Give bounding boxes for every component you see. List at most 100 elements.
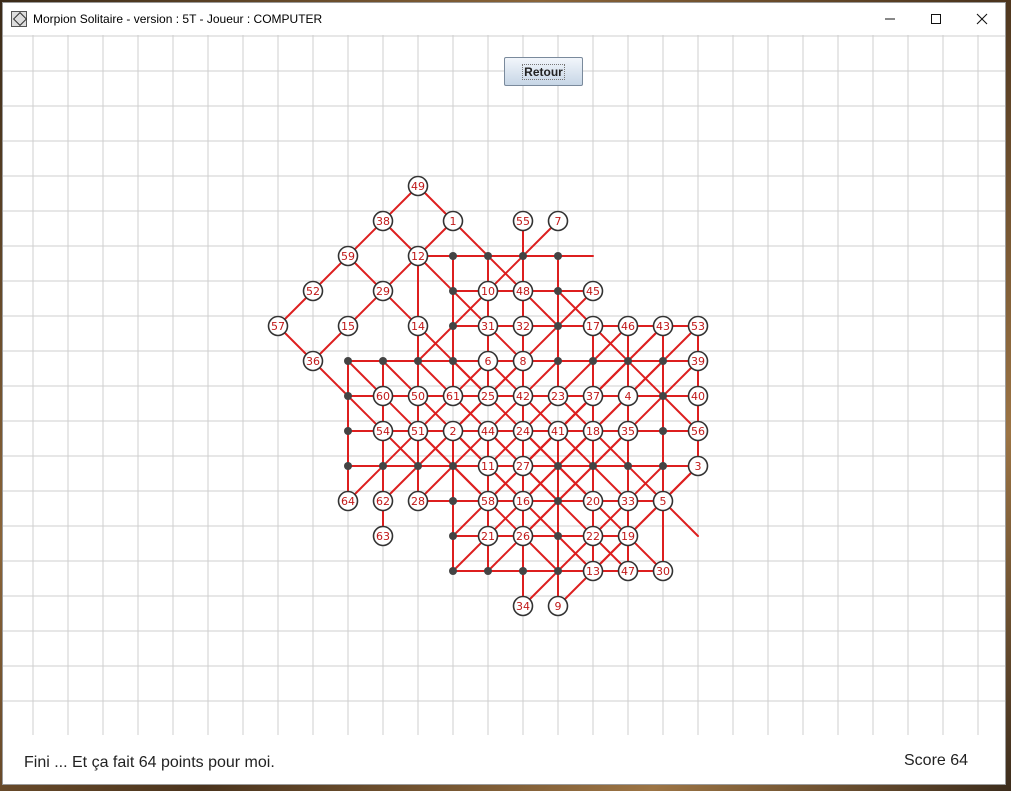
move-number: 43 — [656, 320, 670, 333]
move-number: 14 — [411, 320, 425, 333]
move-number: 53 — [691, 320, 705, 333]
move-number: 44 — [481, 425, 495, 438]
close-button[interactable] — [959, 3, 1005, 35]
board-dot — [554, 322, 562, 330]
board-dot — [659, 427, 667, 435]
board-dot — [449, 322, 457, 330]
move-number: 5 — [660, 495, 667, 508]
move-number: 24 — [516, 425, 530, 438]
move-number: 63 — [376, 530, 390, 543]
move-number: 33 — [621, 495, 635, 508]
move-number: 41 — [551, 425, 565, 438]
move-number: 28 — [411, 495, 425, 508]
move-number: 64 — [341, 495, 355, 508]
move-number: 6 — [485, 355, 492, 368]
move-number: 21 — [481, 530, 495, 543]
move-number: 61 — [446, 390, 460, 403]
move-number: 37 — [586, 390, 600, 403]
board-dot — [554, 497, 562, 505]
retour-button[interactable]: Retour — [504, 57, 583, 86]
move-number: 38 — [376, 215, 390, 228]
board-dot — [589, 462, 597, 470]
board-dot — [519, 567, 527, 575]
board-dot — [379, 462, 387, 470]
move-number: 7 — [555, 215, 562, 228]
board-dot — [519, 252, 527, 260]
move-number: 20 — [586, 495, 600, 508]
move-number: 54 — [376, 425, 390, 438]
move-number: 40 — [691, 390, 705, 403]
move-number: 1 — [450, 215, 457, 228]
move-number: 27 — [516, 460, 530, 473]
move-number: 39 — [691, 355, 705, 368]
move-number: 42 — [516, 390, 530, 403]
board-dot — [624, 357, 632, 365]
board-dot — [624, 462, 632, 470]
move-number: 9 — [555, 600, 562, 613]
move-number: 47 — [621, 565, 635, 578]
move-number: 23 — [551, 390, 565, 403]
move-number: 8 — [520, 355, 527, 368]
move-number: 48 — [516, 285, 530, 298]
board-dot — [414, 357, 422, 365]
move-number: 31 — [481, 320, 495, 333]
board-dot — [449, 252, 457, 260]
move-number: 45 — [586, 285, 600, 298]
move-number: 34 — [516, 600, 530, 613]
board-dot — [449, 532, 457, 540]
move-number: 32 — [516, 320, 530, 333]
board-dot — [449, 497, 457, 505]
move-number: 62 — [376, 495, 390, 508]
board-dot — [344, 357, 352, 365]
move-number: 26 — [516, 530, 530, 543]
board-dot — [449, 357, 457, 365]
maximize-button[interactable] — [913, 3, 959, 35]
move-number: 51 — [411, 425, 425, 438]
board-dot — [484, 567, 492, 575]
board-dot — [554, 252, 562, 260]
board-dot — [554, 357, 562, 365]
move-number: 46 — [621, 320, 635, 333]
move-number: 55 — [516, 215, 530, 228]
board-dot — [589, 357, 597, 365]
move-number: 60 — [376, 390, 390, 403]
move-number: 29 — [376, 285, 390, 298]
move-number: 56 — [691, 425, 705, 438]
move-number: 3 — [695, 460, 702, 473]
board-dot — [344, 462, 352, 470]
board-dot — [554, 532, 562, 540]
move-number: 57 — [271, 320, 285, 333]
board-dot — [659, 462, 667, 470]
title-bar[interactable]: Morpion Solitaire - version : 5T - Joueu… — [3, 3, 1005, 35]
move-number: 13 — [586, 565, 600, 578]
move-number: 59 — [341, 250, 355, 263]
app-icon — [11, 11, 27, 27]
move-number: 22 — [586, 530, 600, 543]
move-number: 2 — [450, 425, 457, 438]
move-number: 18 — [586, 425, 600, 438]
game-board[interactable]: 49 38 1 55 7 59 12 52 29 10 48 45 57 15 14 31 32 17 46 43 53… — [3, 35, 1005, 735]
score-display: Score 64 — [904, 752, 969, 769]
move-number: 19 — [621, 530, 635, 543]
retour-label: Retour — [522, 63, 565, 80]
board-canvas[interactable]: 4938 1 55 759 1252 29 10 48 4557 15 14 31 32 17 46 43 53… — [3, 35, 1005, 735]
move-number: 15 — [341, 320, 355, 333]
move-number: 49 — [411, 180, 425, 193]
board-dot — [449, 287, 457, 295]
window-title: Morpion Solitaire - version : 5T - Joueu… — [33, 12, 323, 26]
minimize-button[interactable] — [867, 3, 913, 35]
board-dot — [344, 427, 352, 435]
move-number: 30 — [656, 565, 670, 578]
app-window: Morpion Solitaire - version : 5T - Joueu… — [3, 3, 1005, 784]
close-icon — [976, 13, 988, 25]
minimize-icon — [885, 18, 895, 20]
move-number: 25 — [481, 390, 495, 403]
move-number: 36 — [306, 355, 320, 368]
board-dot — [449, 462, 457, 470]
move-number: 52 — [306, 285, 320, 298]
board-dot — [554, 567, 562, 575]
maximize-icon — [931, 14, 941, 24]
board-dot — [484, 252, 492, 260]
move-number: 17 — [586, 320, 600, 333]
board-dot — [659, 357, 667, 365]
